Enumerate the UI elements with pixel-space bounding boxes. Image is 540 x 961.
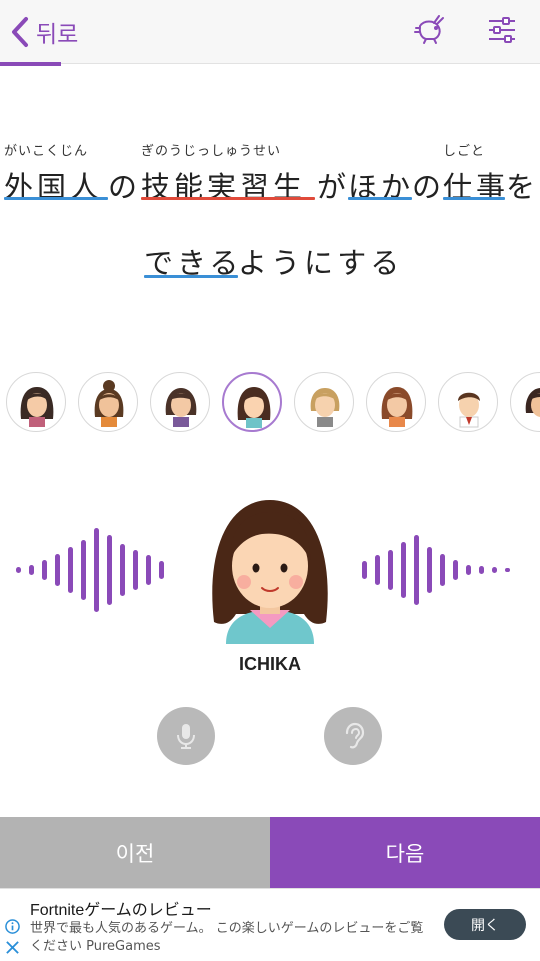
settings-sliders-icon bbox=[489, 17, 515, 43]
wave-bar bbox=[94, 528, 99, 612]
wave-bar bbox=[479, 566, 484, 574]
character-illustration bbox=[212, 500, 328, 644]
wave-bar bbox=[68, 547, 73, 593]
wave-bar bbox=[505, 568, 510, 572]
listen-button[interactable] bbox=[324, 707, 382, 765]
wave-bar bbox=[440, 554, 445, 586]
avatar-person-partial-icon bbox=[525, 388, 540, 417]
avatar-option[interactable] bbox=[438, 372, 498, 432]
avatar-option[interactable] bbox=[294, 372, 354, 432]
underline bbox=[443, 197, 505, 200]
top-bar: 뒤로 bbox=[0, 0, 540, 66]
info-icon[interactable] bbox=[5, 919, 20, 934]
character-name: ICHIKA bbox=[239, 654, 301, 674]
furigana: しごと bbox=[443, 144, 486, 159]
furigana: ぎのうじっしゅうせい bbox=[141, 144, 282, 159]
prev-button[interactable]: 이전 bbox=[0, 817, 270, 888]
underline bbox=[141, 197, 315, 200]
back-button[interactable]: 뒤로 bbox=[10, 14, 78, 50]
chevron-left-icon bbox=[12, 17, 28, 47]
wave-bar bbox=[427, 547, 432, 593]
underline bbox=[4, 197, 108, 200]
ad-title: Fortniteゲームのレビュー bbox=[30, 902, 212, 919]
avatar-ichika-icon bbox=[237, 387, 271, 428]
audio-wave-right bbox=[362, 520, 518, 620]
word-text: の bbox=[108, 170, 142, 204]
ad-body: 世界で最も人気のあるゲーム。 この楽しいゲームのレビューをご覧ください Pure… bbox=[30, 921, 424, 954]
avatar-option[interactable] bbox=[150, 372, 210, 432]
wave-bar bbox=[146, 555, 151, 585]
close-icon[interactable] bbox=[5, 940, 20, 955]
underline bbox=[144, 275, 238, 278]
word-text: が bbox=[317, 170, 351, 204]
audio-wave-left bbox=[16, 520, 172, 620]
character-portrait bbox=[200, 494, 340, 644]
word-text: ようにする bbox=[238, 246, 404, 280]
avatar-selector bbox=[0, 372, 540, 434]
record-button[interactable] bbox=[157, 707, 215, 765]
avatar-option[interactable] bbox=[6, 372, 66, 432]
avatar-woman-bun-icon bbox=[94, 380, 124, 427]
word-text: の bbox=[412, 170, 446, 204]
underline bbox=[348, 197, 412, 200]
wave-bar bbox=[55, 554, 60, 586]
avatar-woman-long-hair-icon bbox=[20, 387, 54, 427]
wave-bar bbox=[401, 542, 406, 598]
lesson-progress-bar bbox=[0, 62, 61, 66]
wave-bar bbox=[120, 544, 125, 596]
wave-bar bbox=[29, 565, 34, 575]
avatar-option[interactable] bbox=[78, 372, 138, 432]
avatar-blonde-icon bbox=[310, 388, 340, 427]
microphone-icon bbox=[177, 724, 195, 749]
wave-bar bbox=[375, 555, 380, 585]
next-button[interactable]: 다음 bbox=[270, 817, 540, 888]
rabbit-speed-icon bbox=[414, 15, 444, 44]
avatar-man-icon bbox=[458, 392, 480, 428]
avatar-option[interactable] bbox=[510, 372, 540, 432]
furigana: がいこくじん bbox=[4, 144, 89, 159]
wave-bar bbox=[466, 565, 471, 575]
ad-open-button[interactable]: 開く bbox=[444, 909, 526, 940]
speed-button[interactable] bbox=[412, 12, 448, 48]
wave-bar bbox=[107, 535, 112, 605]
wave-bar bbox=[81, 540, 86, 600]
wave-bar bbox=[16, 567, 21, 573]
wave-bar bbox=[133, 550, 138, 590]
avatar-option[interactable] bbox=[366, 372, 426, 432]
avatar-option-selected[interactable] bbox=[222, 372, 282, 432]
wave-bar bbox=[42, 560, 47, 580]
word-text: を bbox=[506, 170, 540, 204]
avatar-woman-auburn-icon bbox=[381, 387, 413, 427]
back-label: 뒤로 bbox=[36, 22, 79, 48]
ear-icon bbox=[345, 722, 365, 749]
wave-bar bbox=[388, 550, 393, 590]
wave-bar bbox=[159, 561, 164, 579]
wave-bar bbox=[362, 561, 367, 579]
wave-bar bbox=[492, 567, 497, 573]
settings-button[interactable] bbox=[484, 12, 520, 48]
wave-bar bbox=[414, 535, 419, 605]
avatar-woman-short-hair-icon bbox=[165, 388, 197, 427]
wave-bar bbox=[453, 560, 458, 580]
